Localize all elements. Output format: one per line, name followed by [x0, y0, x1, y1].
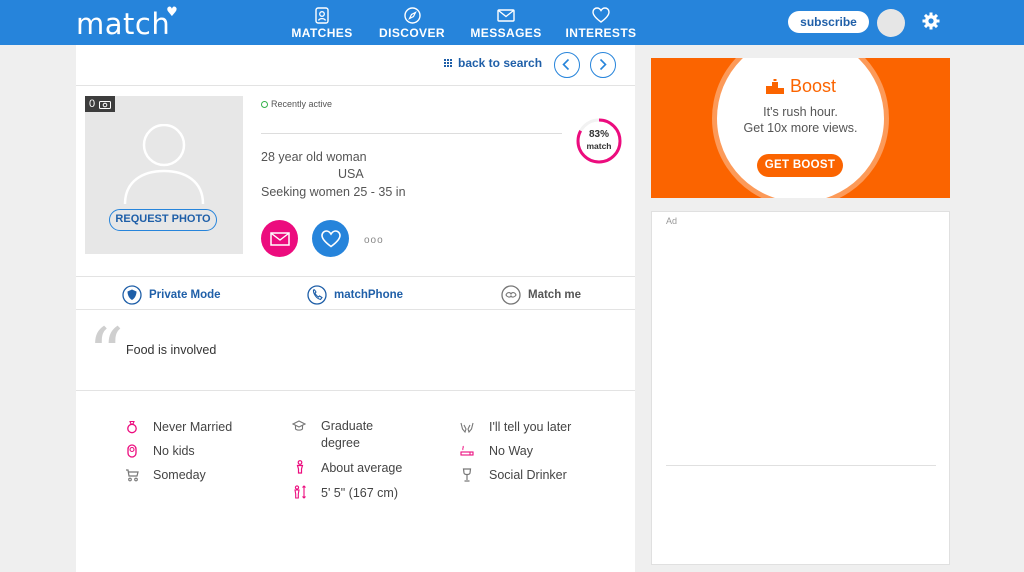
matches-icon	[315, 7, 329, 24]
profile-photo-placeholder: 0 REQUEST PHOTO	[85, 96, 243, 254]
marital-status: Never Married	[153, 420, 233, 434]
private-mode-label: Private Mode	[149, 289, 221, 301]
next-profile-button[interactable]	[590, 52, 616, 78]
boost-title-label: Boost	[789, 76, 837, 96]
gear-icon[interactable]	[921, 11, 941, 31]
nav-matches[interactable]: MATCHES	[277, 7, 367, 40]
activity-status-label: Recently active	[271, 99, 333, 109]
stroller-icon	[126, 469, 139, 482]
education: Graduate degree	[321, 419, 374, 450]
back-to-search-link[interactable]: back to search	[444, 56, 542, 70]
like-button[interactable]	[312, 220, 349, 257]
match-me-link[interactable]: Match me	[501, 285, 581, 305]
match-me-label: Match me	[528, 289, 582, 301]
chevron-left-icon	[562, 58, 570, 71]
wine-glass-icon	[462, 468, 472, 482]
back-to-search-label: back to search	[458, 56, 543, 70]
divider	[76, 276, 635, 277]
ad-panel: Ad	[651, 211, 950, 565]
drinking: Social Drinker	[489, 468, 567, 482]
person-silhouette-icon	[123, 124, 205, 205]
nav-matches-label: MATCHES	[291, 26, 353, 40]
chevron-right-icon	[599, 58, 607, 71]
subscribe-button[interactable]: subscribe	[788, 11, 869, 33]
divider	[76, 309, 635, 310]
boost-line-2: Get 10x more views.	[743, 121, 858, 135]
heart-icon	[320, 229, 341, 247]
podium-icon	[765, 78, 784, 94]
logo-heart-icon: ♥	[166, 5, 179, 20]
divider	[76, 390, 635, 391]
height: 5' 5" (167 cm)	[321, 486, 398, 500]
activity-status: Recently active	[261, 99, 332, 109]
nav-messages-label: MESSAGES	[470, 26, 542, 40]
online-status-icon	[261, 100, 268, 108]
boost-line-1: It's rush hour.	[763, 105, 838, 119]
body-type-icon	[296, 460, 304, 474]
nav-messages[interactable]: MESSAGES	[461, 7, 551, 40]
cigarette-icon	[460, 445, 474, 456]
kids-status: No kids	[153, 444, 195, 458]
profile-headline: Food is involved	[126, 343, 217, 357]
ad-label: Ad	[666, 216, 678, 226]
get-boost-button[interactable]: GET BOOST	[757, 154, 843, 177]
previous-profile-button[interactable]	[554, 52, 580, 78]
private-mode-link[interactable]: Private Mode	[122, 285, 221, 305]
nav-interests-label: INTERESTS	[565, 26, 637, 40]
match-label: match	[586, 141, 612, 151]
nav-discover[interactable]: DISCOVER	[367, 7, 457, 40]
ring-icon	[127, 420, 137, 434]
profile-card: back to search 0 REQUEST PHOTO Recently …	[76, 45, 635, 572]
user-avatar[interactable]	[877, 9, 905, 37]
more-options-button[interactable]: ooo	[364, 235, 384, 246]
seeking: Seeking women 25 - 35 in	[261, 185, 406, 199]
nav-discover-label: DISCOVER	[379, 26, 445, 40]
religion: I'll tell you later	[489, 420, 572, 434]
phone-icon	[307, 285, 327, 305]
ad-divider	[666, 465, 936, 466]
hands-icon	[460, 422, 474, 434]
quote-mark-icon: “	[88, 313, 124, 395]
want-kids: Someday	[153, 468, 206, 482]
age-gender: 28 year old woman	[261, 150, 367, 164]
height-icon	[294, 485, 306, 499]
info-divider	[261, 133, 562, 134]
photo-count-badge: 0	[85, 96, 116, 112]
smoking: No Way	[489, 444, 533, 458]
divider	[76, 85, 635, 86]
matchphone-link[interactable]: matchPhone	[307, 285, 403, 305]
matchphone-label: matchPhone	[334, 289, 404, 301]
match-me-icon	[501, 285, 521, 305]
boost-promo: Boost It's rush hour. Get 10x more views…	[651, 58, 950, 198]
body-type: About average	[321, 461, 403, 475]
envelope-icon	[497, 9, 515, 22]
photo-count: 0	[89, 98, 96, 110]
heart-icon	[592, 7, 610, 23]
baby-icon	[127, 444, 137, 458]
shield-icon	[122, 285, 142, 305]
location: USA	[338, 167, 364, 181]
grid-icon	[444, 58, 453, 68]
match-logo[interactable]: match ♥	[76, 5, 178, 41]
boost-title: Boost	[651, 76, 950, 97]
send-message-button[interactable]	[261, 220, 298, 257]
nav-interests[interactable]: INTERESTS	[556, 7, 646, 40]
request-photo-button[interactable]: REQUEST PHOTO	[109, 209, 217, 231]
match-percentage: 83%	[588, 129, 609, 140]
graduation-cap-icon	[292, 420, 306, 431]
compass-icon	[403, 7, 421, 24]
envelope-icon	[269, 231, 290, 246]
camera-icon	[99, 100, 112, 109]
top-navigation-bar: match ♥ MATCHES DISCOVER MESSAGES INTERES…	[0, 0, 1024, 45]
